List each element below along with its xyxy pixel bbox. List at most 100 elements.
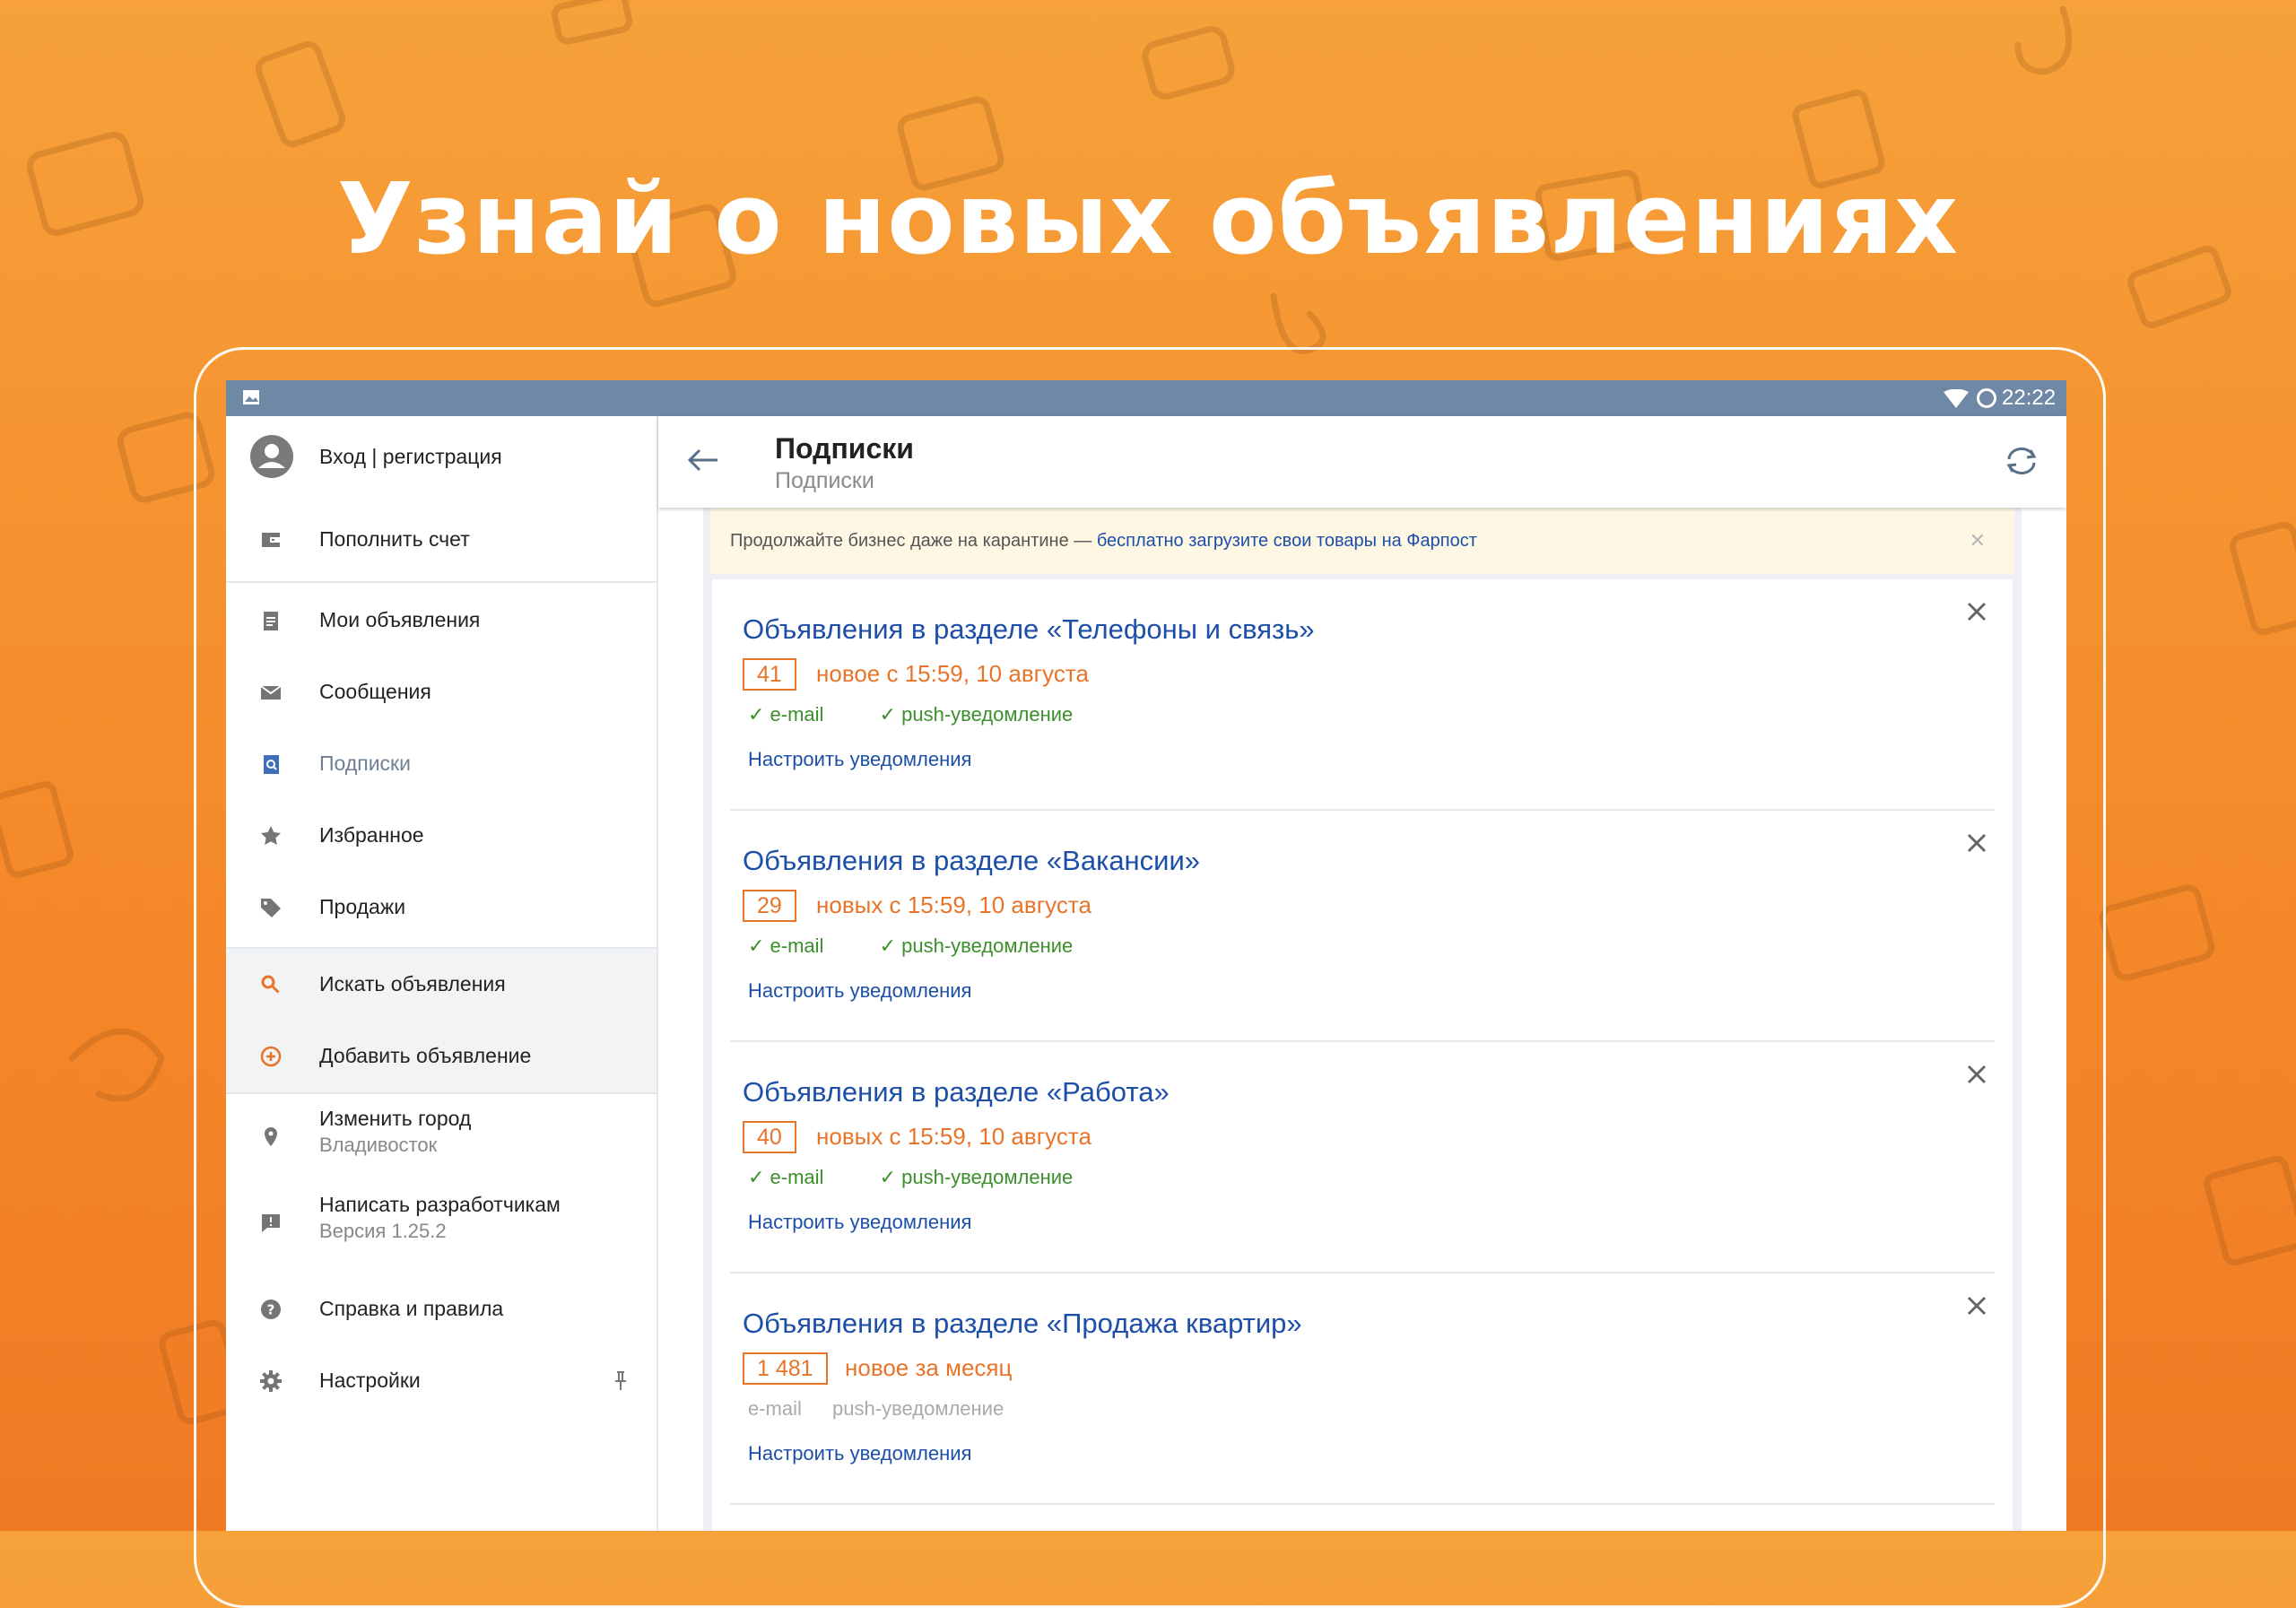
configure-notifications-link[interactable]: Настроить уведомления (748, 1211, 971, 1234)
subscription-title[interactable]: Объявления в разделе «Продажа квартир» (743, 1308, 1302, 1340)
close-icon[interactable] (1966, 601, 1987, 622)
push-channel: ✓ push-уведомление (879, 934, 1074, 957)
account-avatar-icon (250, 435, 293, 478)
sidebar-item-label: Справка и правила (319, 1297, 504, 1320)
sidebar-item-label: Настройки (319, 1369, 421, 1392)
page-subtitle: Подписки (775, 468, 874, 493)
star-icon (261, 826, 281, 845)
add-circle-icon (260, 1046, 282, 1067)
banner-close-icon[interactable]: ✕ (1970, 529, 1986, 552)
sidebar-item-change-city[interactable]: Изменить город Владивосток (226, 1094, 657, 1180)
svg-text:?: ? (267, 1302, 275, 1318)
headline: Узнай о новых объявлениях (336, 161, 1960, 276)
tag-icon (261, 899, 281, 917)
push-channel: ✓ push-уведомление (879, 703, 1074, 726)
app-screen: 22:22 Вход | регистрация Пополнить счет … (226, 380, 2066, 1531)
navigation-drawer: Вход | регистрация Пополнить счет Мои об… (226, 416, 658, 1531)
divider (226, 581, 657, 583)
configure-notifications-link[interactable]: Настроить уведомления (748, 748, 971, 771)
sidebar-item-feedback[interactable]: Написать разработчикам Версия 1.25.2 (226, 1180, 657, 1266)
sidebar-item-label: Продажи (319, 895, 406, 918)
status-time: 22:22 (2002, 386, 2057, 410)
sidebar-item-label: Добавить объявление (319, 1044, 532, 1067)
sidebar-item-sales[interactable]: Продажи (226, 872, 657, 943)
wallet-icon (262, 533, 280, 547)
back-arrow-icon[interactable] (687, 447, 719, 474)
subscription-title[interactable]: Объявления в разделе «Вакансии» (743, 845, 1200, 877)
page-title: Подписки (775, 432, 914, 465)
sync-status-icon (1977, 388, 1996, 408)
configure-notifications-link[interactable]: Настроить уведомления (748, 979, 971, 1003)
push-channel: push-уведомление (832, 1397, 1004, 1420)
sidebar-item-label: Пополнить счет (319, 527, 470, 551)
new-since-text: новых с 15:59, 10 августа (816, 891, 1091, 918)
new-since-text: новых с 15:59, 10 августа (816, 1123, 1091, 1150)
search-icon (261, 975, 280, 994)
close-icon[interactable] (1966, 1295, 1987, 1317)
app-version: Версия 1.25.2 (319, 1220, 447, 1242)
banner-text-plain: Продолжайте бизнес даже на карантине — (730, 531, 1097, 551)
banner-text: Продолжайте бизнес даже на карантине — б… (730, 531, 1477, 552)
subscriptions-icon (264, 755, 279, 774)
help-icon: ? (261, 1299, 281, 1319)
push-channel: ✓ push-уведомление (879, 1166, 1074, 1188)
email-channel: ✓ e-mail (748, 703, 824, 726)
email-label: e-mail (770, 703, 824, 726)
sidebar-item-label: Искать объявления (319, 972, 506, 995)
subscription-card[interactable]: Объявления в разделе «Продажа квартир» 1… (712, 1273, 2013, 1505)
notification-channels: e-mail push-уведомление (748, 1397, 1029, 1421)
new-count-badge: 29 (743, 890, 796, 922)
image-notification-icon (243, 390, 259, 404)
sidebar-item-help[interactable]: ? Справка и правила (226, 1273, 657, 1345)
wifi-icon (1944, 389, 1969, 408)
refresh-icon[interactable] (2004, 445, 2039, 477)
change-city-label: Изменить город (319, 1107, 472, 1130)
sidebar-item-label: Подписки (319, 752, 411, 775)
subscription-card[interactable]: Объявления в разделе «Телефоны и связь» … (712, 579, 2013, 811)
email-channel: e-mail (748, 1397, 802, 1420)
sidebar-item-label: Сообщения (319, 680, 431, 703)
new-count-badge: 41 (743, 658, 796, 691)
subscription-title[interactable]: Объявления в разделе «Работа» (743, 1076, 1170, 1108)
configure-notifications-link[interactable]: Настроить уведомления (748, 1442, 971, 1465)
sidebar-item-label: Избранное (319, 823, 424, 847)
sidebar-item-subscriptions[interactable]: Подписки (226, 728, 657, 800)
sidebar-item-topup[interactable]: Пополнить счет (226, 504, 657, 576)
sidebar-item-label: Мои объявления (319, 608, 481, 631)
divider (730, 1503, 1995, 1505)
push-label: push-уведомление (901, 934, 1074, 957)
close-icon[interactable] (1966, 832, 1987, 854)
login-item[interactable]: Вход | регистрация (226, 416, 657, 499)
subscription-title[interactable]: Объявления в разделе «Телефоны и связь» (743, 613, 1315, 646)
promo-banner: Продолжайте бизнес даже на карантине — б… (710, 508, 2014, 574)
subscriptions-screen: Подписки Подписки Продолжайте бизнес даж… (658, 416, 2066, 1531)
subscription-list: Объявления в разделе «Телефоны и связь» … (712, 579, 2013, 1531)
banner-link[interactable]: бесплатно загрузите свои товары на Фарпо… (1097, 531, 1477, 551)
location-pin-icon (265, 1127, 277, 1146)
new-since-text: новое за месяц (845, 1354, 1013, 1381)
sidebar-item-my-ads[interactable]: Мои объявления (226, 585, 657, 656)
subscription-card[interactable]: Объявления в разделе «Работа» 40 новых с… (712, 1042, 2013, 1273)
new-count-badge: 40 (743, 1121, 796, 1153)
sidebar-item-settings[interactable]: Настройки (226, 1345, 657, 1417)
subscriptions-list-area: Продолжайте бизнес даже на карантине — б… (703, 508, 2022, 1531)
subscription-card[interactable]: Объявления в разделе «Вакансии» 29 новых… (712, 811, 2013, 1042)
pin-icon[interactable] (613, 1370, 628, 1392)
feedback-icon (262, 1214, 280, 1232)
sidebar-item-search[interactable]: Искать объявления (226, 949, 657, 1021)
close-icon[interactable] (1966, 1064, 1987, 1085)
gear-icon (260, 1370, 282, 1392)
notification-channels: ✓ e-mail ✓ push-уведомление (748, 934, 1123, 958)
email-label: e-mail (770, 1166, 824, 1188)
sidebar-item-add-ad[interactable]: Добавить объявление (226, 1021, 657, 1092)
clipboard-icon (264, 612, 278, 630)
new-since-text: новое с 15:59, 10 августа (816, 660, 1089, 687)
email-label: e-mail (770, 934, 824, 957)
app-bar: Подписки Подписки (658, 416, 2066, 508)
sidebar-item-favorites[interactable]: Избранное (226, 800, 657, 872)
feedback-label: Написать разработчикам (319, 1193, 561, 1216)
sidebar-item-messages[interactable]: Сообщения (226, 656, 657, 728)
push-label: push-уведомление (901, 1166, 1074, 1188)
notification-channels: ✓ e-mail ✓ push-уведомление (748, 1166, 1123, 1189)
notification-channels: ✓ e-mail ✓ push-уведомление (748, 703, 1123, 726)
